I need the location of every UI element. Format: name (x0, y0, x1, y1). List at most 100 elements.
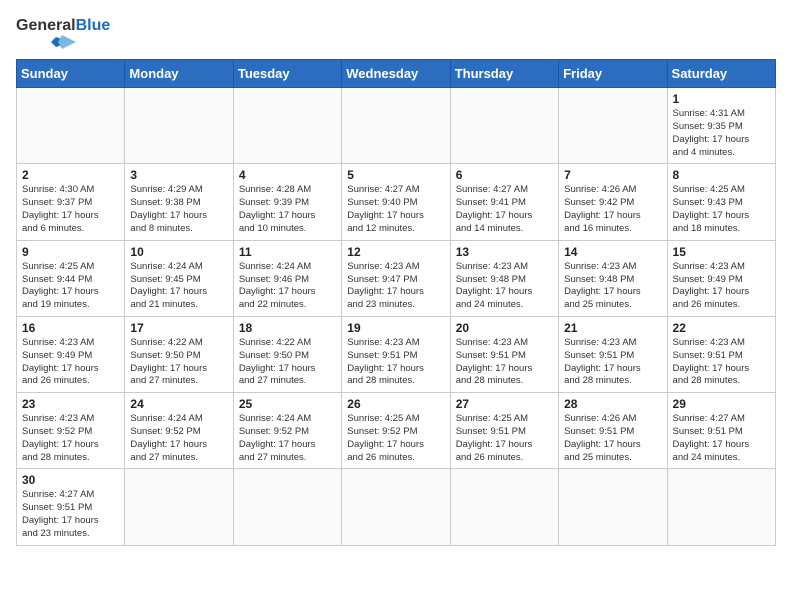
day-number: 27 (456, 397, 553, 411)
week-row-6: 30 Sunrise: 4:27 AM Sunset: 9:51 PM Dayli… (17, 469, 776, 545)
col-header-wednesday: Wednesday (342, 60, 450, 88)
calendar-cell: 14 Sunrise: 4:23 AM Sunset: 9:48 PM Dayli… (559, 240, 667, 316)
day-number: 1 (673, 92, 770, 106)
day-info: Sunrise: 4:24 AM Sunset: 9:45 PM Dayligh… (130, 261, 227, 312)
day-number: 2 (22, 168, 119, 182)
day-number: 7 (564, 168, 661, 182)
col-header-saturday: Saturday (667, 60, 775, 88)
day-number: 23 (22, 397, 119, 411)
day-info: Sunrise: 4:23 AM Sunset: 9:51 PM Dayligh… (673, 337, 770, 388)
calendar-cell: 27 Sunrise: 4:25 AM Sunset: 9:51 PM Dayli… (450, 393, 558, 469)
day-number: 16 (22, 321, 119, 335)
day-info: Sunrise: 4:29 AM Sunset: 9:38 PM Dayligh… (130, 184, 227, 235)
day-info: Sunrise: 4:24 AM Sunset: 9:46 PM Dayligh… (239, 261, 336, 312)
day-info: Sunrise: 4:22 AM Sunset: 9:50 PM Dayligh… (239, 337, 336, 388)
day-info: Sunrise: 4:27 AM Sunset: 9:51 PM Dayligh… (22, 489, 119, 540)
calendar-cell: 1 Sunrise: 4:31 AM Sunset: 9:35 PM Daylig… (667, 88, 775, 164)
day-info: Sunrise: 4:27 AM Sunset: 9:41 PM Dayligh… (456, 184, 553, 235)
day-info: Sunrise: 4:23 AM Sunset: 9:48 PM Dayligh… (564, 261, 661, 312)
week-row-2: 2 Sunrise: 4:30 AM Sunset: 9:37 PM Daylig… (17, 164, 776, 240)
calendar-cell: 30 Sunrise: 4:27 AM Sunset: 9:51 PM Dayli… (17, 469, 125, 545)
calendar-cell: 6 Sunrise: 4:27 AM Sunset: 9:41 PM Daylig… (450, 164, 558, 240)
calendar-header-row: SundayMondayTuesdayWednesdayThursdayFrid… (17, 60, 776, 88)
calendar-cell: 22 Sunrise: 4:23 AM Sunset: 9:51 PM Dayli… (667, 316, 775, 392)
day-info: Sunrise: 4:23 AM Sunset: 9:49 PM Dayligh… (22, 337, 119, 388)
calendar-cell: 29 Sunrise: 4:27 AM Sunset: 9:51 PM Dayli… (667, 393, 775, 469)
calendar-cell: 23Sunrise: 4:23 AM Sunset: 9:52 PM Dayli… (17, 393, 125, 469)
day-number: 28 (564, 397, 661, 411)
day-info: Sunrise: 4:27 AM Sunset: 9:51 PM Dayligh… (673, 413, 770, 464)
day-info: Sunrise: 4:24 AM Sunset: 9:52 PM Dayligh… (130, 413, 227, 464)
calendar-cell: 26 Sunrise: 4:25 AM Sunset: 9:52 PM Dayli… (342, 393, 450, 469)
calendar-cell (342, 469, 450, 545)
day-number: 25 (239, 397, 336, 411)
day-number: 20 (456, 321, 553, 335)
day-number: 24 (130, 397, 227, 411)
calendar-cell (125, 88, 233, 164)
day-number: 30 (22, 473, 119, 487)
day-number: 29 (673, 397, 770, 411)
calendar-cell: 21 Sunrise: 4:23 AM Sunset: 9:51 PM Dayli… (559, 316, 667, 392)
calendar-cell (667, 469, 775, 545)
day-number: 18 (239, 321, 336, 335)
day-info: Sunrise: 4:30 AM Sunset: 9:37 PM Dayligh… (22, 184, 119, 235)
day-number: 17 (130, 321, 227, 335)
day-info: Sunrise: 4:25 AM Sunset: 9:51 PM Dayligh… (456, 413, 553, 464)
calendar-cell: 25 Sunrise: 4:24 AM Sunset: 9:52 PM Dayli… (233, 393, 341, 469)
calendar-cell: 2 Sunrise: 4:30 AM Sunset: 9:37 PM Daylig… (17, 164, 125, 240)
calendar-table: SundayMondayTuesdayWednesdayThursdayFrid… (16, 59, 776, 546)
day-info: Sunrise: 4:23 AM Sunset: 9:49 PM Dayligh… (673, 261, 770, 312)
day-number: 4 (239, 168, 336, 182)
calendar-cell: 3 Sunrise: 4:29 AM Sunset: 9:38 PM Daylig… (125, 164, 233, 240)
week-row-4: 16 Sunrise: 4:23 AM Sunset: 9:49 PM Dayli… (17, 316, 776, 392)
day-info: Sunrise: 4:23 AM Sunset: 9:48 PM Dayligh… (456, 261, 553, 312)
day-info: Sunrise: 4:23 AM Sunset: 9:51 PM Dayligh… (456, 337, 553, 388)
calendar-cell: 5 Sunrise: 4:27 AM Sunset: 9:40 PM Daylig… (342, 164, 450, 240)
calendar-cell: 4 Sunrise: 4:28 AM Sunset: 9:39 PM Daylig… (233, 164, 341, 240)
calendar-cell: 8 Sunrise: 4:25 AM Sunset: 9:43 PM Daylig… (667, 164, 775, 240)
calendar-cell: 20 Sunrise: 4:23 AM Sunset: 9:51 PM Dayli… (450, 316, 558, 392)
day-number: 3 (130, 168, 227, 182)
day-info: Sunrise: 4:31 AM Sunset: 9:35 PM Dayligh… (673, 108, 770, 159)
page-header: GeneralBlue (16, 16, 776, 47)
col-header-tuesday: Tuesday (233, 60, 341, 88)
calendar-cell: 10 Sunrise: 4:24 AM Sunset: 9:45 PM Dayli… (125, 240, 233, 316)
day-info: Sunrise: 4:25 AM Sunset: 9:43 PM Dayligh… (673, 184, 770, 235)
week-row-5: 23Sunrise: 4:23 AM Sunset: 9:52 PM Dayli… (17, 393, 776, 469)
calendar-cell (233, 88, 341, 164)
calendar-cell (559, 88, 667, 164)
day-info: Sunrise: 4:23 AM Sunset: 9:51 PM Dayligh… (564, 337, 661, 388)
day-info: Sunrise: 4:28 AM Sunset: 9:39 PM Dayligh… (239, 184, 336, 235)
day-info: Sunrise: 4:23 AM Sunset: 9:51 PM Dayligh… (347, 337, 444, 388)
calendar-cell (233, 469, 341, 545)
calendar-cell (125, 469, 233, 545)
day-number: 10 (130, 245, 227, 259)
day-number: 22 (673, 321, 770, 335)
day-number: 13 (456, 245, 553, 259)
calendar-cell: 17 Sunrise: 4:22 AM Sunset: 9:50 PM Dayli… (125, 316, 233, 392)
calendar-cell (450, 469, 558, 545)
day-number: 8 (673, 168, 770, 182)
col-header-sunday: Sunday (17, 60, 125, 88)
day-number: 14 (564, 245, 661, 259)
calendar-cell: 9Sunrise: 4:25 AM Sunset: 9:44 PM Daylig… (17, 240, 125, 316)
col-header-monday: Monday (125, 60, 233, 88)
day-number: 21 (564, 321, 661, 335)
day-number: 9 (22, 245, 119, 259)
calendar-cell: 12Sunrise: 4:23 AM Sunset: 9:47 PM Dayli… (342, 240, 450, 316)
day-info: Sunrise: 4:24 AM Sunset: 9:52 PM Dayligh… (239, 413, 336, 464)
day-number: 19 (347, 321, 444, 335)
day-info: Sunrise: 4:26 AM Sunset: 9:51 PM Dayligh… (564, 413, 661, 464)
week-row-3: 9Sunrise: 4:25 AM Sunset: 9:44 PM Daylig… (17, 240, 776, 316)
day-info: Sunrise: 4:25 AM Sunset: 9:52 PM Dayligh… (347, 413, 444, 464)
calendar-cell: 28 Sunrise: 4:26 AM Sunset: 9:51 PM Dayli… (559, 393, 667, 469)
day-info: Sunrise: 4:27 AM Sunset: 9:40 PM Dayligh… (347, 184, 444, 235)
day-number: 6 (456, 168, 553, 182)
week-row-1: 1 Sunrise: 4:31 AM Sunset: 9:35 PM Daylig… (17, 88, 776, 164)
day-number: 5 (347, 168, 444, 182)
day-number: 15 (673, 245, 770, 259)
calendar-cell (450, 88, 558, 164)
day-number: 26 (347, 397, 444, 411)
calendar-cell: 7Sunrise: 4:26 AM Sunset: 9:42 PM Daylig… (559, 164, 667, 240)
day-info: Sunrise: 4:22 AM Sunset: 9:50 PM Dayligh… (130, 337, 227, 388)
